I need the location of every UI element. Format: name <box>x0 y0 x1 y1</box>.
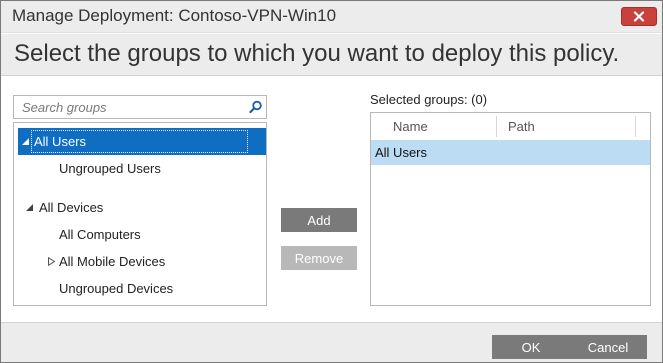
cancel-button[interactable]: Cancel <box>569 335 647 359</box>
tree-item-label: All Devices <box>39 200 104 215</box>
column-divider[interactable] <box>496 116 497 137</box>
group-tree[interactable]: All Users Ungrouped Users All Devices Al… <box>13 122 267 306</box>
expanded-triangle-icon[interactable] <box>21 137 30 146</box>
tree-item-label: Ungrouped Devices <box>59 281 174 296</box>
tree-item-ungrouped-devices[interactable]: Ungrouped Devices <box>59 275 173 302</box>
tree-item-all-users[interactable]: All Users <box>18 128 266 155</box>
manage-deployment-dialog: Manage Deployment: Contoso-VPN-Win10 Sel… <box>0 0 663 363</box>
close-button[interactable] <box>621 7 657 26</box>
selected-groups-label: Selected groups: (0) <box>370 92 488 107</box>
row-name-cell: All Users <box>375 145 428 160</box>
tree-item-label: All Users <box>31 130 248 153</box>
search-input[interactable] <box>14 96 242 118</box>
tree-item-label: All Computers <box>59 227 141 242</box>
column-divider[interactable] <box>635 116 636 137</box>
remove-button[interactable]: Remove <box>281 246 357 270</box>
page-heading: Select the groups to which you want to d… <box>14 40 620 67</box>
selected-groups-table[interactable]: Name Path All Users <box>370 112 651 306</box>
title-bar: Manage Deployment: Contoso-VPN-Win10 <box>1 1 662 33</box>
add-button[interactable]: Add <box>281 208 357 232</box>
tree-item-label: Ungrouped Users <box>59 161 161 176</box>
search-icon[interactable] <box>249 100 263 114</box>
column-header-label: Name <box>393 119 428 134</box>
column-header-path[interactable]: Path <box>508 113 628 140</box>
search-box <box>13 95 267 119</box>
ok-button[interactable]: OK <box>492 335 570 359</box>
collapsed-triangle-icon[interactable] <box>47 257 56 266</box>
column-header-name[interactable]: Name <box>393 113 493 140</box>
close-icon <box>633 11 645 22</box>
expanded-triangle-icon[interactable] <box>25 203 34 212</box>
tree-item-label: All Mobile Devices <box>59 254 166 269</box>
dialog-footer: OK Cancel <box>1 322 662 362</box>
tree-item-ungrouped-users[interactable]: Ungrouped Users <box>59 155 161 182</box>
column-header-label: Path <box>508 119 535 134</box>
heading-band: Select the groups to which you want to d… <box>1 34 662 76</box>
table-row[interactable]: All Users <box>371 140 650 165</box>
tree-item-all-devices[interactable]: All Devices <box>25 194 103 221</box>
dialog-title: Manage Deployment: Contoso-VPN-Win10 <box>12 6 337 25</box>
tree-item-all-computers[interactable]: All Computers <box>59 221 141 248</box>
tree-item-all-mobile-devices[interactable]: All Mobile Devices <box>47 248 165 275</box>
